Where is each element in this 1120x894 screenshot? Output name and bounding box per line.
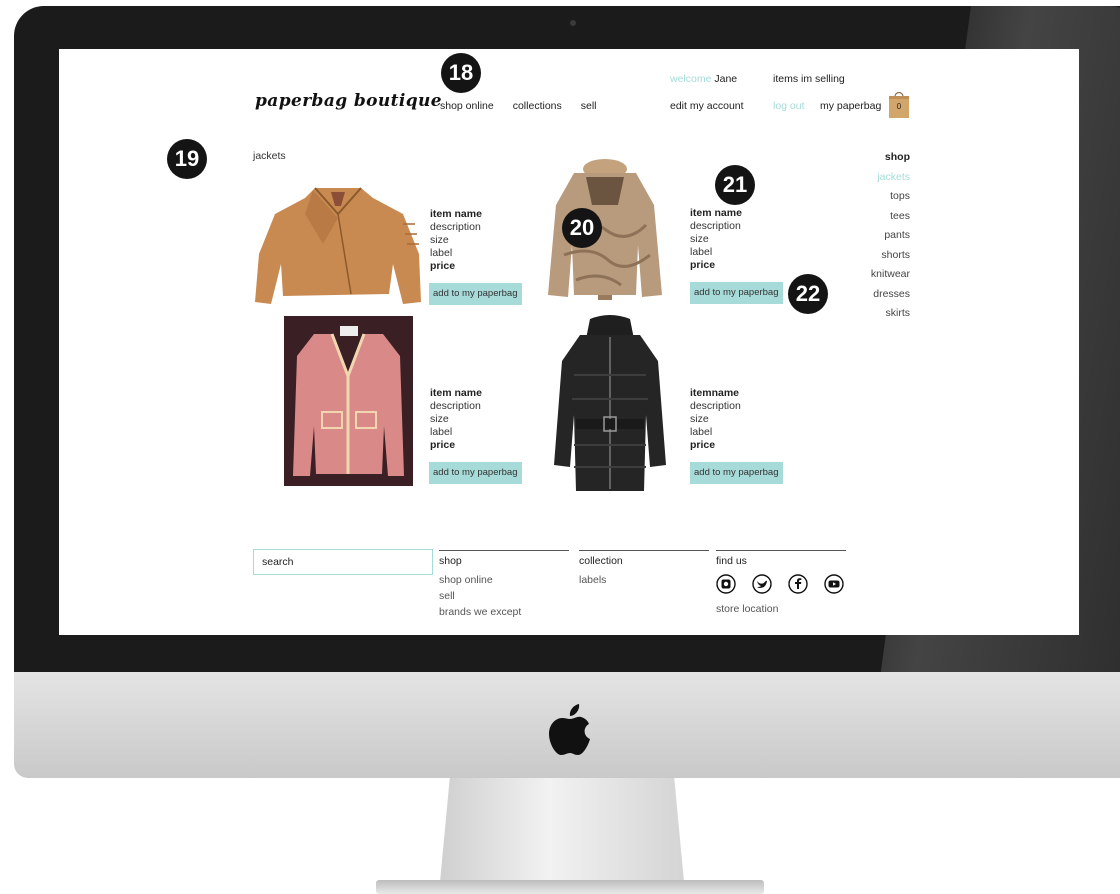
product-info-2: item name description size label price — [690, 207, 742, 272]
product-size: size — [690, 413, 709, 425]
my-paperbag-link[interactable]: my paperbag — [820, 100, 881, 112]
product-name[interactable]: item name — [690, 207, 742, 220]
twitter-icon[interactable] — [752, 574, 772, 594]
footer-link-shop-online[interactable]: shop online — [439, 574, 569, 586]
category-sidebar: shop jackets tops tees pants shorts knit… — [871, 148, 910, 324]
product-size: size — [430, 413, 449, 425]
product-name[interactable]: item name — [430, 387, 482, 400]
product-label: label — [690, 426, 713, 438]
annotation-badge-19: 19 — [167, 139, 207, 179]
sidebar-item-dresses[interactable]: dresses — [871, 285, 910, 305]
annotation-badge-18: 18 — [441, 53, 481, 93]
sidebar-item-jackets[interactable]: jackets — [871, 168, 910, 188]
sidebar-item-skirts[interactable]: skirts — [871, 304, 911, 324]
footer-find-us-heading: find us — [716, 555, 747, 567]
footer-find-us-column: find us store location — [716, 550, 846, 619]
welcome-label: welcome — [670, 73, 712, 85]
annotation-badge-21: 21 — [715, 165, 755, 205]
product-price: price — [690, 439, 716, 451]
imac-stand — [440, 778, 684, 882]
product-size: size — [430, 234, 449, 246]
product-info-4: itemname description size label price — [690, 387, 741, 452]
facebook-icon[interactable] — [788, 574, 808, 594]
youtube-icon[interactable] — [824, 574, 844, 594]
product-label: label — [690, 246, 713, 258]
add-to-bag-button[interactable]: add to my paperbag — [690, 462, 783, 484]
imac-stand-base — [376, 880, 764, 894]
top-nav: shop online collections sell — [440, 100, 597, 112]
product-description: description — [690, 220, 741, 232]
product-label: label — [430, 247, 453, 259]
sidebar-item-tees[interactable]: tees — [871, 207, 910, 227]
product-name[interactable]: itemname — [690, 387, 741, 400]
page-title: jackets — [253, 150, 286, 162]
add-to-bag-button[interactable]: add to my paperbag — [690, 282, 783, 304]
product-price: price — [430, 260, 456, 272]
sidebar-item-tops[interactable]: tops — [871, 187, 910, 207]
nav-sell[interactable]: sell — [581, 100, 597, 112]
social-links — [716, 574, 846, 594]
nav-collections[interactable]: collections — [513, 100, 562, 112]
product-description: description — [690, 400, 741, 412]
bag-count: 0 — [896, 102, 902, 111]
product-price: price — [430, 439, 456, 451]
items-selling-link[interactable]: items im selling — [773, 73, 845, 85]
add-to-bag-button[interactable]: add to my paperbag — [429, 283, 522, 305]
user-name: Jane — [714, 73, 738, 85]
edit-account-link[interactable]: edit my account — [670, 100, 744, 112]
screen: paperbag boutique shop online collection… — [59, 49, 1079, 635]
footer-shop-heading: shop — [439, 555, 462, 567]
sidebar-item-pants[interactable]: pants — [871, 226, 910, 246]
product-description: description — [430, 400, 481, 412]
footer-link-brands[interactable]: brands we except — [439, 606, 569, 618]
footer-collection-heading: collection — [579, 555, 623, 567]
sidebar-item-shorts[interactable]: shorts — [871, 246, 910, 266]
product-image-leather-jacket[interactable] — [253, 184, 423, 306]
website: paperbag boutique shop online collection… — [59, 49, 1079, 635]
footer-link-store-location[interactable]: store location — [716, 603, 846, 615]
product-info-1: item name description size label price — [430, 208, 482, 273]
sidebar-item-knitwear[interactable]: knitwear — [871, 265, 910, 285]
product-price: price — [690, 259, 716, 271]
product-name[interactable]: item name — [430, 208, 482, 221]
apple-logo-icon — [549, 704, 590, 755]
footer-link-labels[interactable]: labels — [579, 574, 709, 586]
log-out-link[interactable]: log out — [773, 100, 805, 112]
site-logo[interactable]: paperbag boutique — [255, 91, 442, 111]
search-input[interactable]: search — [253, 549, 433, 575]
add-to-bag-button[interactable]: add to my paperbag — [429, 462, 522, 484]
sidebar-heading[interactable]: shop — [871, 148, 910, 168]
product-image-tweed-jacket[interactable] — [284, 316, 413, 486]
footer-link-sell[interactable]: sell — [439, 590, 569, 602]
annotation-badge-20: 20 — [562, 208, 602, 248]
nav-shop-online[interactable]: shop online — [440, 100, 494, 112]
product-label: label — [430, 426, 453, 438]
annotation-badge-22: 22 — [788, 274, 828, 314]
product-size: size — [690, 233, 709, 245]
footer-shop-column: shop shop online sell brands we except — [439, 550, 569, 622]
instagram-icon[interactable] — [716, 574, 736, 594]
product-info-3: item name description size label price — [430, 387, 482, 452]
product-description: description — [430, 221, 481, 233]
webcam — [570, 20, 576, 26]
welcome-text: welcome Jane — [670, 73, 737, 85]
product-image-puffer-jacket[interactable] — [550, 315, 670, 493]
footer-collection-column: collection labels — [579, 550, 709, 590]
